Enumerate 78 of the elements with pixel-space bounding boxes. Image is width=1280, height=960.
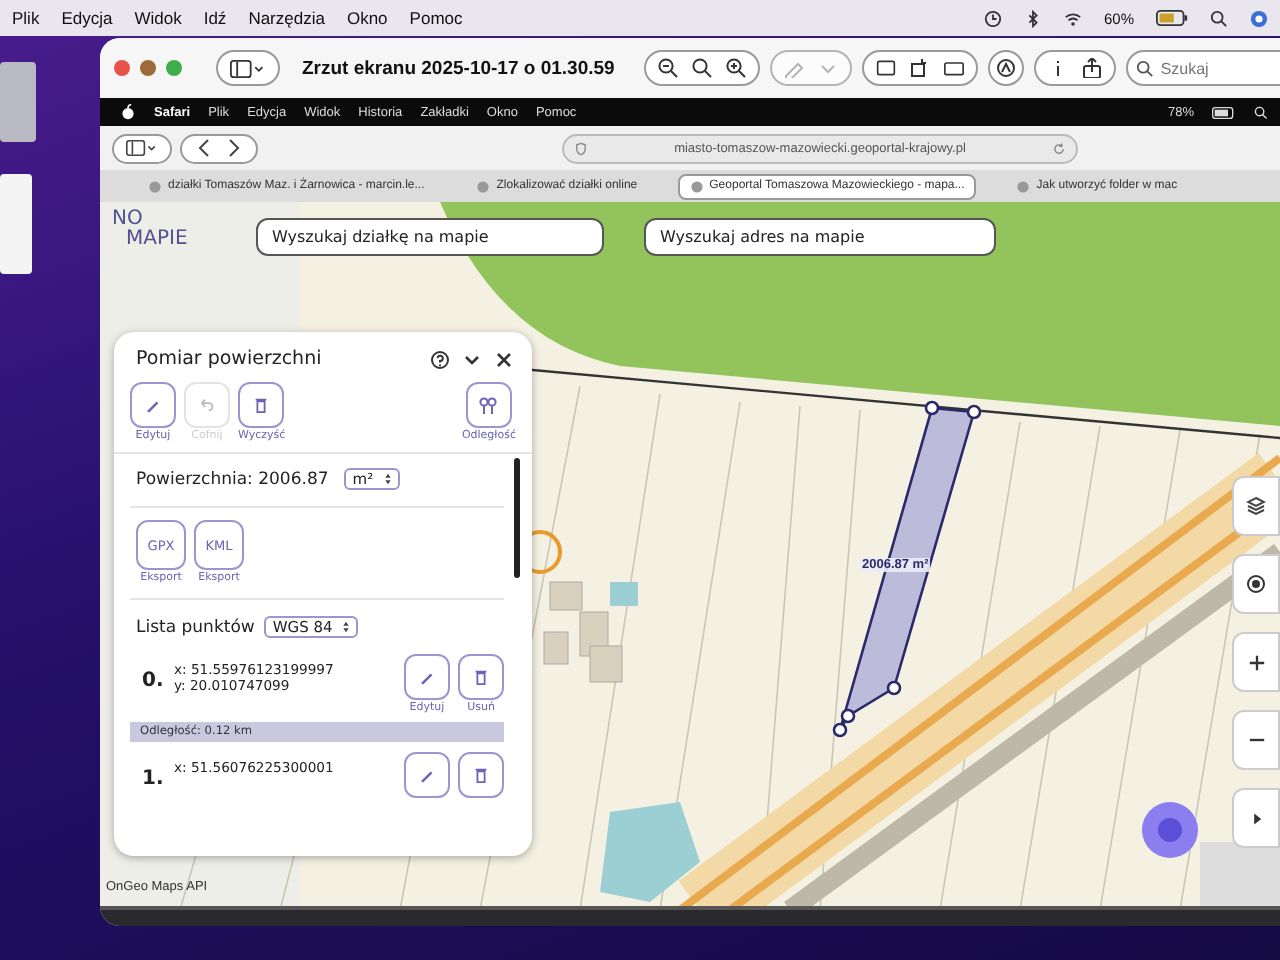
tool-button[interactable] <box>130 382 176 428</box>
layers-button[interactable] <box>1232 476 1280 536</box>
clock-icon[interactable] <box>983 9 1002 27</box>
trash-icon <box>472 668 490 686</box>
measured-area-polygon[interactable] <box>830 398 986 742</box>
point-number: 0. <box>142 668 166 692</box>
battery-icon[interactable] <box>1156 10 1188 26</box>
layers-icon <box>1246 496 1266 516</box>
minus-icon <box>1247 736 1265 744</box>
distance-tool-button[interactable] <box>465 382 512 428</box>
rotate-icon[interactable] <box>910 58 931 78</box>
zoom-button[interactable] <box>166 60 182 76</box>
pins-icon <box>478 395 499 415</box>
zoom-out-icon[interactable] <box>658 58 679 78</box>
sidebar-toggle-button[interactable] <box>216 50 280 86</box>
trash-icon <box>252 396 271 414</box>
annotate-button[interactable] <box>988 50 1025 86</box>
shield-icon <box>574 141 588 155</box>
pencil-icon <box>418 766 436 784</box>
pencil-icon <box>144 396 162 414</box>
desktop-thumbnail[interactable] <box>0 62 36 142</box>
trash-icon <box>472 766 490 784</box>
menu-item[interactable]: Narzędzia <box>248 8 325 28</box>
delete-point-button[interactable] <box>458 654 504 700</box>
close-icon[interactable] <box>494 349 514 369</box>
sidebar-icon <box>126 140 158 156</box>
target-icon <box>1246 574 1266 594</box>
window-title: Zrzut ekranu 2025-10-17 o 01.30.59 <box>302 57 615 79</box>
site-icon <box>689 179 704 193</box>
search-button[interactable]: Wyszukaj adres na mapie <box>644 218 996 256</box>
stepper-icon <box>342 620 351 634</box>
site-icon <box>476 179 491 193</box>
search-field[interactable]: Szukaj <box>1126 50 1280 86</box>
undo-icon <box>198 396 216 414</box>
zoom-in-icon[interactable] <box>726 58 747 78</box>
points-list-label: Lista punktów <box>136 617 255 637</box>
pencil-icon <box>418 668 436 686</box>
minimize-button[interactable] <box>140 60 156 76</box>
apple-icon[interactable] <box>120 104 136 120</box>
search-icon[interactable] <box>1210 9 1228 27</box>
menu-item[interactable]: Widok <box>134 8 182 28</box>
back-icon[interactable] <box>194 138 214 158</box>
annotate-icon <box>996 58 1017 78</box>
site-icon <box>148 179 162 193</box>
help-icon[interactable] <box>430 349 450 369</box>
menu-item[interactable]: Pomoc <box>409 8 463 28</box>
logo: NO MAPIE <box>112 210 188 250</box>
desktop-thumbnail[interactable] <box>0 174 32 274</box>
edit-point-button[interactable] <box>404 752 450 798</box>
site-icon <box>1016 179 1031 193</box>
wifi-icon[interactable] <box>1063 9 1082 27</box>
close-button[interactable] <box>114 60 130 76</box>
sidebar-icon <box>230 59 266 77</box>
play-icon <box>1249 811 1263 825</box>
delete-point-button[interactable] <box>458 752 504 798</box>
menu-item[interactable]: Plik <box>12 8 40 28</box>
menu-item[interactable]: Idź <box>203 8 227 28</box>
panel-title: Pomiar powierzchni <box>136 348 324 370</box>
bluetooth-icon[interactable] <box>1023 9 1042 27</box>
share-icon[interactable] <box>1082 58 1103 78</box>
tool-button[interactable] <box>238 382 285 428</box>
menu-item[interactable]: Okno <box>346 8 388 28</box>
stepper-icon <box>383 472 392 486</box>
area-value: Powierzchnia: 2006.87 <box>136 469 329 489</box>
plus-icon <box>1247 653 1265 671</box>
control-center-icon[interactable] <box>1250 9 1268 27</box>
menu-item[interactable]: Edycja <box>61 8 113 28</box>
search-icon[interactable] <box>1254 105 1268 119</box>
sidebar-toggle-button[interactable] <box>112 133 172 163</box>
locate-button[interactable] <box>1232 554 1280 614</box>
forward-icon[interactable] <box>224 138 244 158</box>
reload-icon[interactable] <box>1052 141 1066 155</box>
search-icon <box>1136 59 1155 77</box>
point-number: 1. <box>142 766 166 790</box>
edit-point-button[interactable] <box>404 654 450 700</box>
magnifier-icon[interactable] <box>692 58 713 78</box>
search-button[interactable]: Wyszukaj działkę na mapie <box>256 218 604 256</box>
scrollbar[interactable] <box>514 458 520 578</box>
